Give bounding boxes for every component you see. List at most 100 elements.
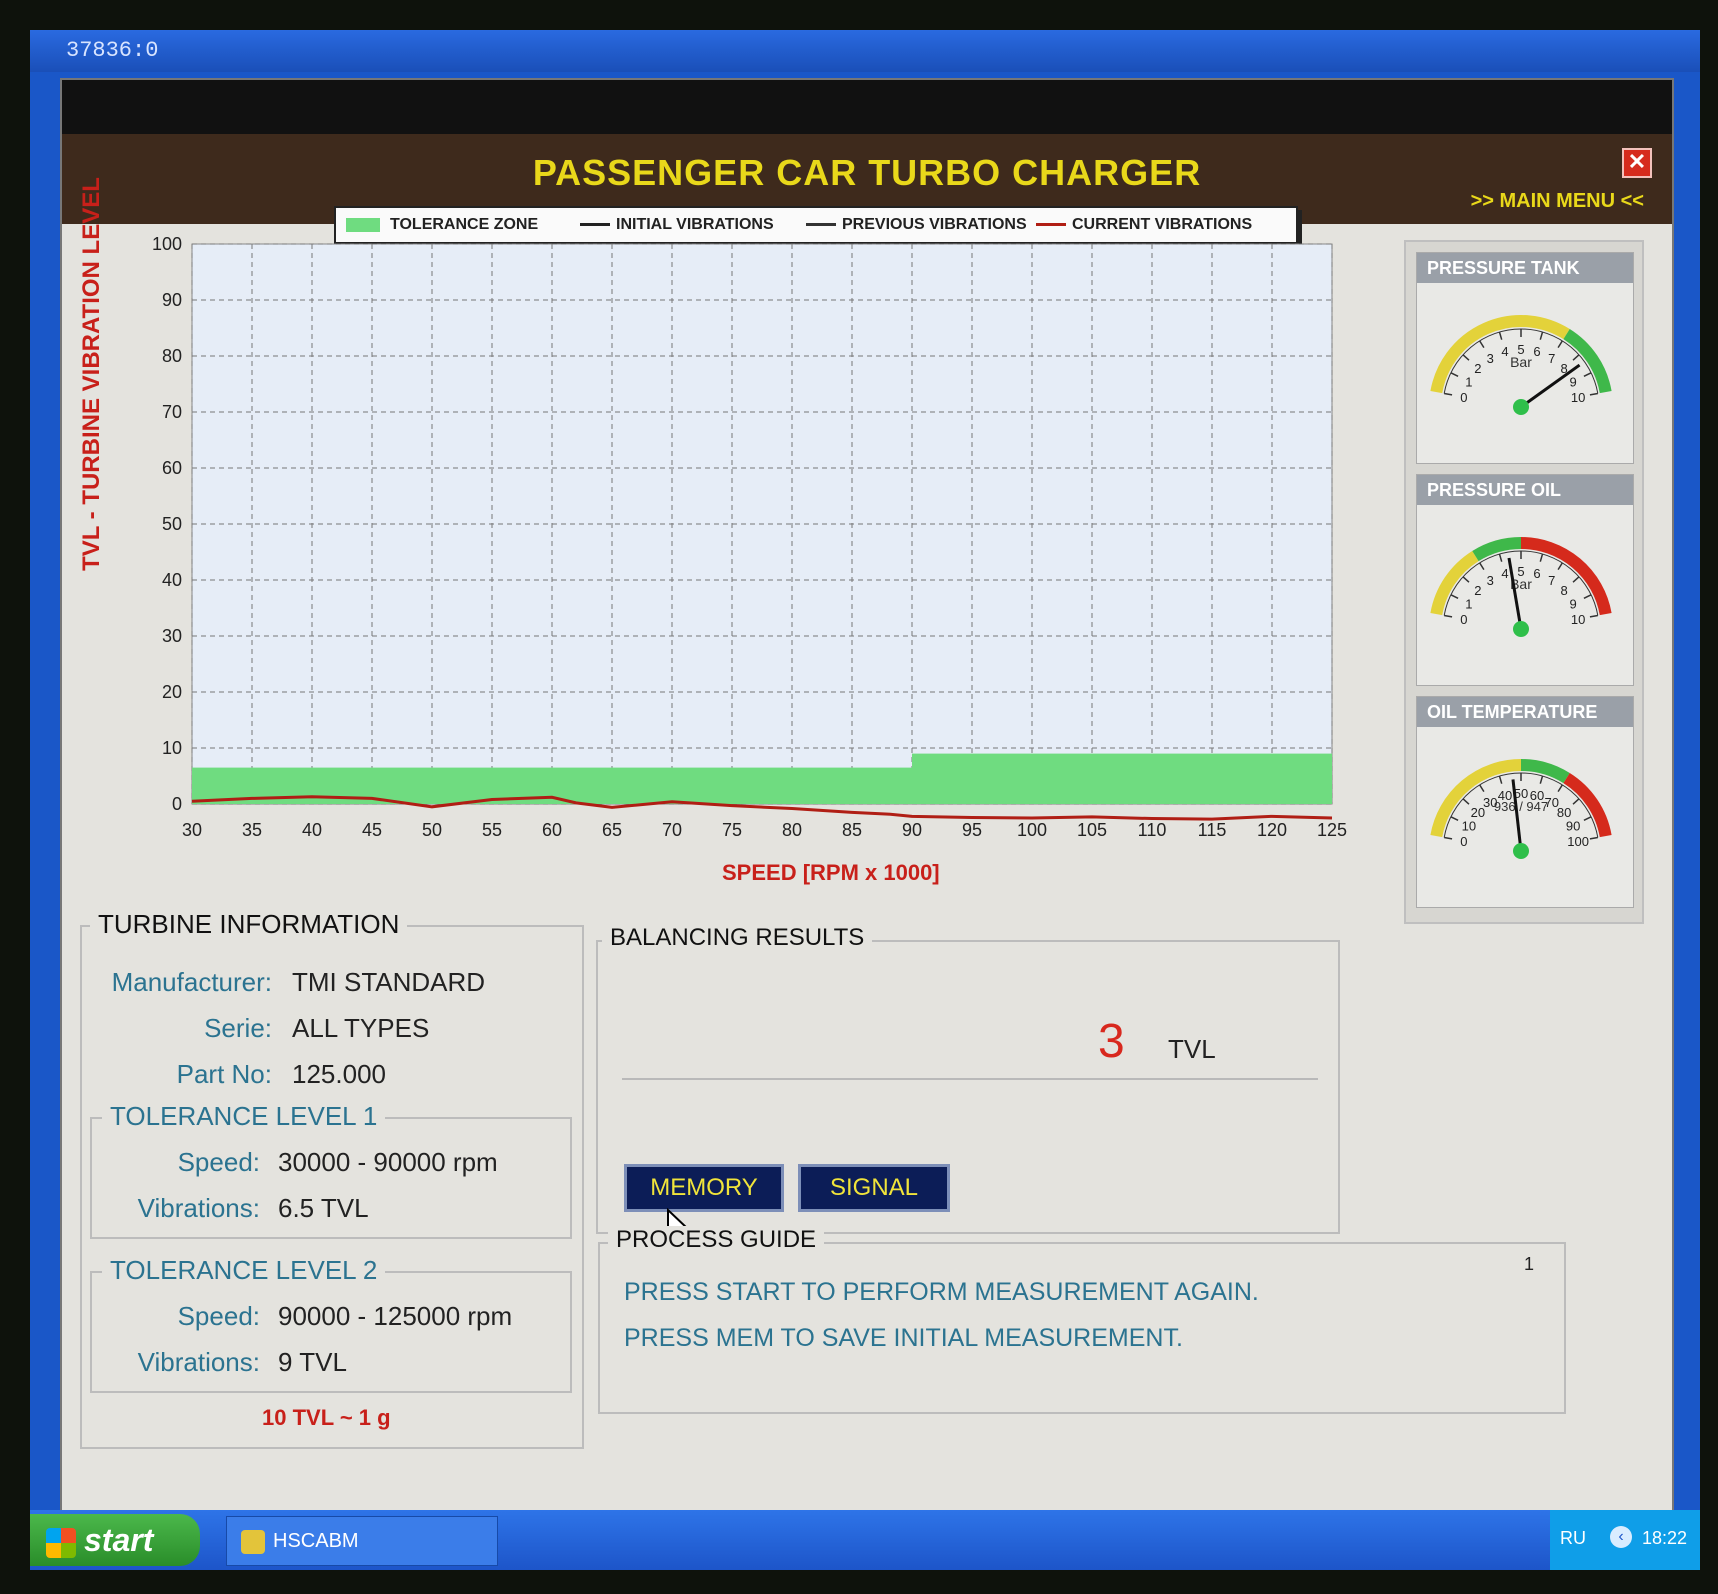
gauge-tick-label: 0 <box>1460 612 1467 627</box>
x-tick-label: 90 <box>902 820 922 840</box>
gauge-tick-label: 9 <box>1570 597 1577 612</box>
gauge-tick <box>1444 614 1453 618</box>
tolerance-level-1-group: TOLERANCE LEVEL 1 Speed: 30000 - 90000 r… <box>90 1101 572 1239</box>
gauge-dial: 0123 4 5 6 78910Bar <box>1430 537 1612 637</box>
manufacturer-value: TMI STANDARD <box>292 967 486 997</box>
gauge-hub <box>1513 843 1529 859</box>
tvl-conversion-note: 10 TVL ~ 1 g <box>262 1405 391 1430</box>
x-tick-label: 115 <box>1198 820 1227 840</box>
gauge-tick-label: 7 <box>1548 351 1555 366</box>
taskbar: start HSCABM RU ‹ 18:22 <box>30 1510 1700 1570</box>
gauge-tick <box>1589 392 1598 396</box>
gauge-tick <box>1479 562 1485 571</box>
gauge-dial: 0102030 40 50 60 708090100936 / 947 <box>1430 759 1612 859</box>
turbine-information-group: TURBINE INFORMATION Manufacturer: TMI ST… <box>80 909 584 1449</box>
x-tick-label: 85 <box>842 820 862 840</box>
vibrations-label: Vibrations: <box>137 1193 260 1223</box>
gauge-tick <box>1572 354 1580 361</box>
x-axis-title: SPEED [RPM x 1000] <box>722 860 940 885</box>
gauge-tick-label: 4 <box>1501 344 1508 359</box>
gauge-tick <box>1498 775 1503 784</box>
x-tick-label: 60 <box>542 820 562 840</box>
gauge-panel: PRESSURE TANK 0 1 2 3 4 5 6 7 8 9 10 Bar PRESSURE O… <box>1404 240 1644 924</box>
gauge-title: OIL TEMPERATURE <box>1417 697 1633 727</box>
result-unit: TVL <box>1168 1034 1216 1064</box>
group-title: TURBINE INFORMATION <box>90 909 408 940</box>
clock: 18:22 <box>1642 1528 1688 1548</box>
language-indicator[interactable]: RU <box>1560 1528 1586 1549</box>
gauge-tick-label: 2 <box>1474 361 1481 376</box>
x-tick-label: 120 <box>1257 820 1287 840</box>
y-tick-label: 80 <box>162 346 182 366</box>
y-tick-label: 0 <box>172 794 182 814</box>
gauge-title: PRESSURE OIL <box>1417 475 1633 505</box>
legend-line <box>580 223 610 227</box>
x-tick-label: 55 <box>482 820 502 840</box>
start-button[interactable]: start <box>30 1514 200 1566</box>
close-button[interactable]: ✕ <box>1622 148 1652 178</box>
app-title: PASSENGER CAR TURBO CHARGER <box>532 152 1202 193</box>
vibration-chart: 30 35 40 45 50 55 60 65 70 75 80 85 90 95 100 105 110 115… <box>152 234 1347 840</box>
group-title: TOLERANCE LEVEL 1 <box>102 1101 386 1132</box>
main-menu-link[interactable]: >> MAIN MENU << <box>1471 190 1644 213</box>
gauge-tick-label: 0 <box>1460 390 1467 405</box>
x-tick-label: 70 <box>662 820 682 840</box>
x-tick-label: 50 <box>422 820 442 840</box>
window-caption-bar: 37836:0 <box>30 30 1700 72</box>
gauge-tick-label: 10 <box>1571 390 1585 405</box>
group-title: TOLERANCE LEVEL 2 <box>102 1255 386 1286</box>
speed-value: 30000 - 90000 rpm <box>278 1147 498 1177</box>
gauge-tick <box>1539 553 1544 562</box>
taskbar-item-hscabm[interactable]: HSCABM <box>226 1516 498 1566</box>
x-tick-label: 110 <box>1138 820 1167 840</box>
gauge-hub <box>1513 399 1529 415</box>
x-tick-label: 35 <box>242 820 262 840</box>
gauge-tick-label: 9 <box>1570 375 1577 390</box>
y-tick-label: 50 <box>162 514 182 534</box>
signal-button[interactable]: SIGNAL <box>798 1164 950 1212</box>
result-divider <box>622 1078 1318 1080</box>
serie-value: ALL TYPES <box>292 1013 430 1043</box>
part-no-label: Part No: <box>176 1059 272 1089</box>
gauge-tick-label: 10 <box>1571 612 1585 627</box>
vibrations-value: 6.5 TVL <box>278 1193 369 1223</box>
gauge-tick-label: 100 <box>1567 834 1589 849</box>
manufacturer-label: Manufacturer: <box>111 967 272 997</box>
system-tray: RU ‹ 18:22 <box>1550 1510 1700 1570</box>
gauge-tick <box>1450 594 1459 599</box>
x-tick-label: 125 <box>1317 820 1347 840</box>
y-tick-label: 40 <box>162 570 182 590</box>
gauge-tick <box>1444 836 1453 840</box>
top-black-bar <box>62 80 1672 134</box>
guide-step-number: 1 <box>1523 1254 1534 1274</box>
gauge-tick-label: 4 <box>1501 566 1508 581</box>
gauge-tick <box>1498 331 1503 340</box>
gauge-tick <box>1462 798 1470 805</box>
x-tick-label: 65 <box>602 820 622 840</box>
guide-line-2: PRESS MEM TO SAVE INITIAL MEASUREMENT. <box>624 1324 1183 1352</box>
tray-chevron-icon[interactable]: ‹ <box>1610 1526 1632 1548</box>
x-tick-label: 40 <box>302 820 322 840</box>
group-title: PROCESS GUIDE <box>608 1226 825 1254</box>
gauge-tick <box>1450 372 1459 377</box>
legend-line <box>1036 223 1066 227</box>
gauge-dial: 0123 4 5 6 78910Bar <box>1430 315 1612 415</box>
gauge-tick-label: 90 <box>1566 819 1580 834</box>
gauge-tick <box>1583 816 1592 821</box>
gauge-tick <box>1539 775 1544 784</box>
gauge-tick <box>1557 562 1563 571</box>
app-icon <box>241 1529 265 1554</box>
tolerance-level-2-group: TOLERANCE LEVEL 2 Speed: 90000 - 125000 … <box>90 1255 572 1393</box>
gauge-tick <box>1583 594 1592 599</box>
memory-button[interactable]: MEMORY <box>624 1164 784 1212</box>
gauge-tick <box>1539 331 1544 340</box>
vibrations-value: 9 TVL <box>278 1347 347 1377</box>
y-tick-label: 60 <box>162 458 182 478</box>
speed-label: Speed: <box>177 1147 260 1177</box>
gauge-tick <box>1462 576 1470 583</box>
gauge-tick <box>1444 392 1453 396</box>
group-title: BALANCING RESULTS <box>602 924 873 952</box>
gauge-tick-label: 1 <box>1465 597 1472 612</box>
y-tick-label: 30 <box>162 626 182 646</box>
gauge-tick <box>1572 576 1580 583</box>
